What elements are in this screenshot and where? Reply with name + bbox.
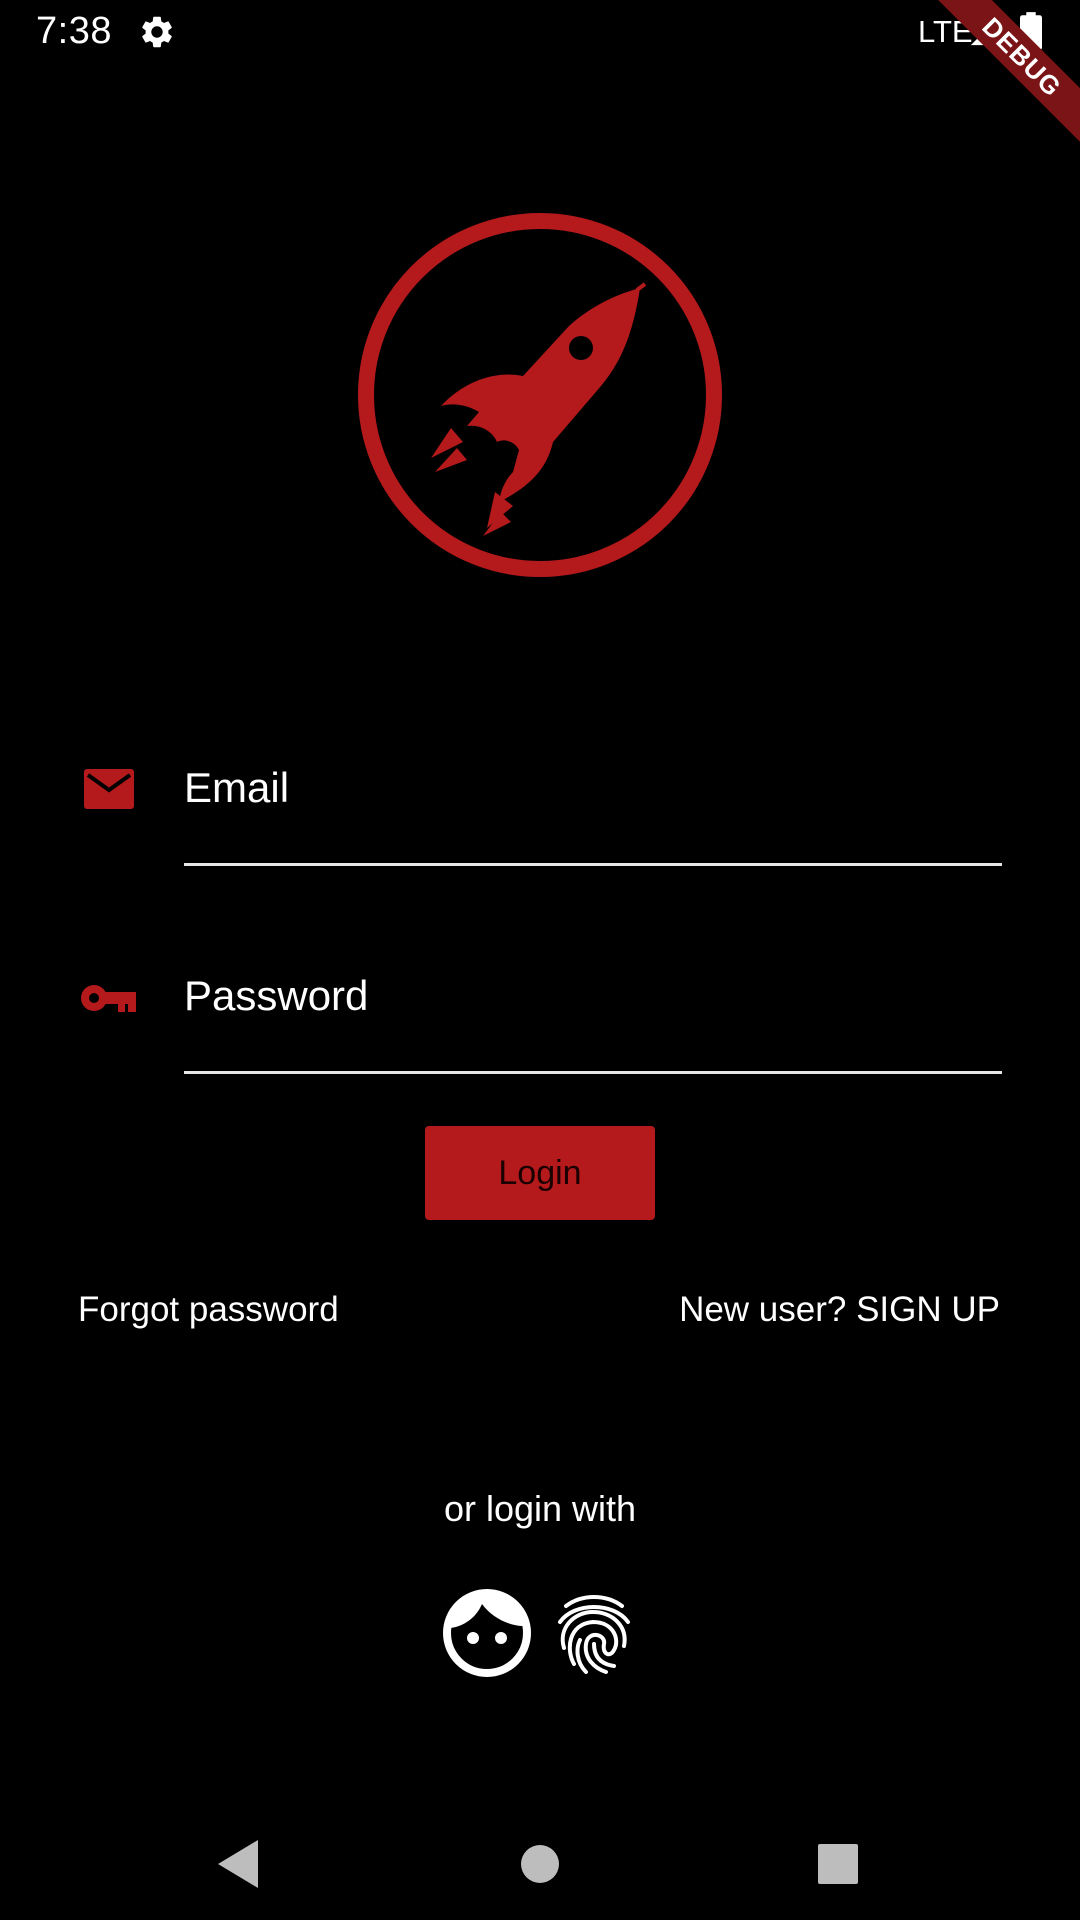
status-time: 7:38 <box>36 10 112 52</box>
email-underline <box>184 863 1002 866</box>
password-input[interactable] <box>184 956 1002 1036</box>
signup-link[interactable]: New user? SIGN UP <box>679 1290 1000 1330</box>
navigation-bar <box>0 1808 1080 1920</box>
back-triangle-icon[interactable] <box>210 1836 266 1892</box>
login-button[interactable]: Login <box>425 1126 655 1220</box>
signal-icon <box>970 16 1000 46</box>
email-input[interactable] <box>184 748 1002 828</box>
fingerprint-icon[interactable] <box>548 1588 638 1678</box>
gear-icon <box>142 16 172 48</box>
recents-square-icon[interactable] <box>810 1836 866 1892</box>
status-bar: 7:38 LTE <box>0 0 1080 64</box>
login-screen: 7:38 LTE DEBUG Email Login Forgot passwo… <box>0 0 1080 1920</box>
face-icon[interactable] <box>442 1588 532 1678</box>
network-label: LTE <box>918 14 973 49</box>
password-underline <box>184 1071 1002 1074</box>
email-field <box>78 730 1002 866</box>
home-circle-icon[interactable] <box>512 1836 568 1892</box>
mail-icon <box>84 769 134 809</box>
forgot-password-link[interactable]: Forgot password <box>78 1290 339 1330</box>
rocket-icon <box>358 213 722 577</box>
battery-icon <box>1020 12 1042 50</box>
alt-login-label: or login with <box>443 1488 637 1529</box>
key-icon <box>81 985 136 1012</box>
password-field <box>78 938 1002 1074</box>
